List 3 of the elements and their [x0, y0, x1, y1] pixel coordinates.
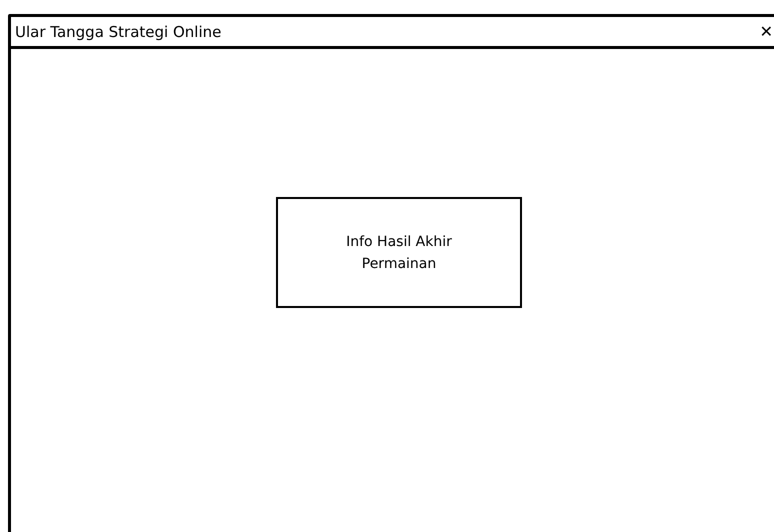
close-button[interactable]: ✕	[760, 24, 773, 40]
result-label: Info Hasil Akhir Permainan	[345, 232, 453, 274]
window-title: Ular Tangga Strategi Online	[15, 22, 222, 40]
